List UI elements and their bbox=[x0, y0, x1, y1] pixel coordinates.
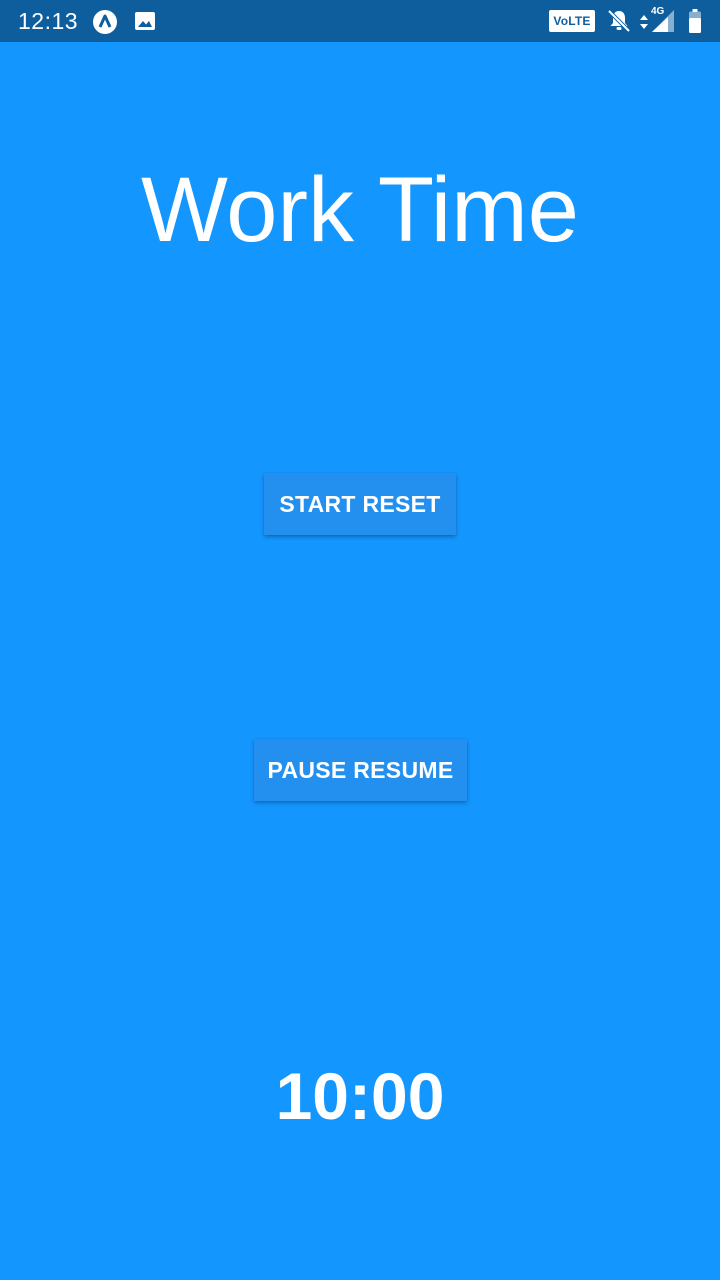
data-activity-icon bbox=[640, 15, 648, 29]
app-notification-icon bbox=[93, 10, 117, 34]
timer-screen: Work Time START RESET PAUSE RESUME 10:00 bbox=[0, 42, 720, 1280]
notifications-off-icon bbox=[607, 9, 631, 33]
volte-label: VoLTE bbox=[553, 14, 591, 28]
battery-icon bbox=[689, 9, 701, 33]
start-reset-button[interactable]: START RESET bbox=[264, 473, 456, 535]
signal-icon bbox=[652, 10, 674, 32]
pause-resume-button[interactable]: PAUSE RESUME bbox=[254, 739, 467, 801]
image-icon bbox=[135, 12, 155, 30]
status-time: 12:13 bbox=[18, 8, 79, 34]
status-bar: 12:13 VoLTE 4G bbox=[0, 0, 720, 42]
page-title: Work Time bbox=[141, 159, 579, 261]
volte-icon: VoLTE bbox=[549, 10, 595, 32]
timer-display: 10:00 bbox=[275, 1059, 445, 1133]
